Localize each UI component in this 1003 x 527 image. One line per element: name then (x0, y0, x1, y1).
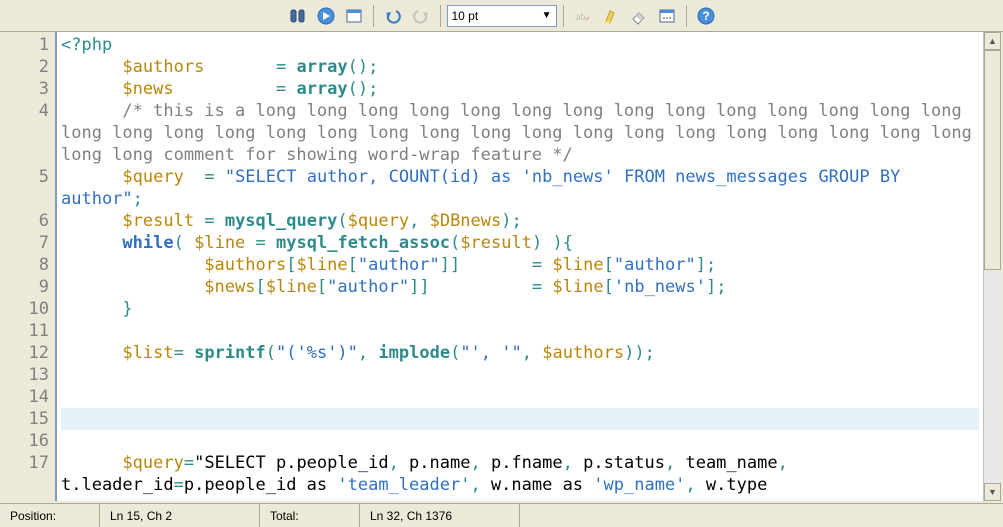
svg-text:ab: ab (576, 12, 585, 23)
chevron-down-icon: ▼ (542, 10, 552, 21)
font-size-value: 10 pt (452, 9, 479, 23)
undo-icon[interactable] (380, 3, 406, 29)
code-line[interactable] (61, 364, 979, 386)
scroll-up-icon[interactable]: ▲ (984, 32, 1001, 50)
toolbar: 10 pt ▼ ab ? (0, 0, 1003, 32)
line-number: 5 (2, 166, 55, 210)
status-total-label: Total: (260, 504, 360, 527)
redo-icon (408, 3, 434, 29)
code-line[interactable]: $query = "SELECT author, COUNT(id) as 'n… (61, 166, 979, 210)
code-line[interactable]: <?php (61, 34, 979, 56)
line-number: 15 (2, 408, 55, 430)
line-number: 3 (2, 78, 55, 100)
toolbar-separator (686, 5, 687, 27)
line-number: 17 (2, 452, 55, 496)
help-icon[interactable]: ? (693, 3, 719, 29)
code-line[interactable]: } (61, 298, 979, 320)
toolbar-separator (440, 5, 441, 27)
toolbar-separator (563, 5, 564, 27)
font-size-select[interactable]: 10 pt ▼ (447, 5, 557, 27)
options-icon[interactable] (654, 3, 680, 29)
code-line[interactable]: $list= sprintf("('%s')", implode("', '",… (61, 342, 979, 364)
go-icon[interactable] (313, 3, 339, 29)
line-number: 9 (2, 276, 55, 298)
line-number: 16 (2, 430, 55, 452)
code-content[interactable]: <?php $authors = array(); $news = array(… (57, 32, 983, 501)
code-line[interactable]: $result = mysql_query($query, $DBnews); (61, 210, 979, 232)
code-line[interactable] (61, 430, 979, 452)
vertical-scrollbar[interactable]: ▲ ▼ (983, 32, 1001, 501)
rename-icon: ab (570, 3, 596, 29)
svg-text:?: ? (702, 9, 709, 23)
code-line[interactable]: while( $line = mysql_fetch_assoc($result… (61, 232, 979, 254)
panel-icon[interactable] (341, 3, 367, 29)
code-line[interactable] (61, 408, 979, 430)
code-line[interactable]: $news[$line["author"]] = $line['nb_news'… (61, 276, 979, 298)
scroll-thumb[interactable] (984, 50, 1001, 270)
status-position-value: Ln 15, Ch 2 (100, 504, 260, 527)
toolbar-separator (373, 5, 374, 27)
line-number: 12 (2, 342, 55, 364)
line-number: 4 (2, 100, 55, 166)
line-number-gutter: 1234567891011121314151617 (2, 32, 57, 501)
line-number: 1 (2, 34, 55, 56)
editor: 1234567891011121314151617 <?php $authors… (0, 32, 1003, 503)
status-position-label: Position: (0, 504, 100, 527)
code-line[interactable]: /* this is a long long long long long lo… (61, 100, 979, 166)
line-number: 2 (2, 56, 55, 78)
editor-area[interactable]: 1234567891011121314151617 <?php $authors… (0, 32, 1003, 503)
line-number: 7 (2, 232, 55, 254)
line-number: 11 (2, 320, 55, 342)
code-line[interactable] (61, 320, 979, 342)
line-number: 8 (2, 254, 55, 276)
status-bar: Position: Ln 15, Ch 2 Total: Ln 32, Ch 1… (0, 503, 1003, 527)
status-total-value: Ln 32, Ch 1376 (360, 504, 520, 527)
code-line[interactable]: $query="SELECT p.people_id, p.name, p.fn… (61, 452, 979, 496)
highlight-icon[interactable] (598, 3, 624, 29)
line-number: 14 (2, 386, 55, 408)
erase-icon[interactable] (626, 3, 652, 29)
code-line[interactable]: $authors[$line["author"]] = $line["autho… (61, 254, 979, 276)
code-line[interactable]: $news = array(); (61, 78, 979, 100)
line-number: 10 (2, 298, 55, 320)
code-line[interactable] (61, 386, 979, 408)
status-spacer (520, 504, 1003, 527)
line-number: 6 (2, 210, 55, 232)
scroll-down-icon[interactable]: ▼ (984, 483, 1001, 501)
code-line[interactable]: $authors = array(); (61, 56, 979, 78)
find-icon[interactable] (285, 3, 311, 29)
line-number: 13 (2, 364, 55, 386)
